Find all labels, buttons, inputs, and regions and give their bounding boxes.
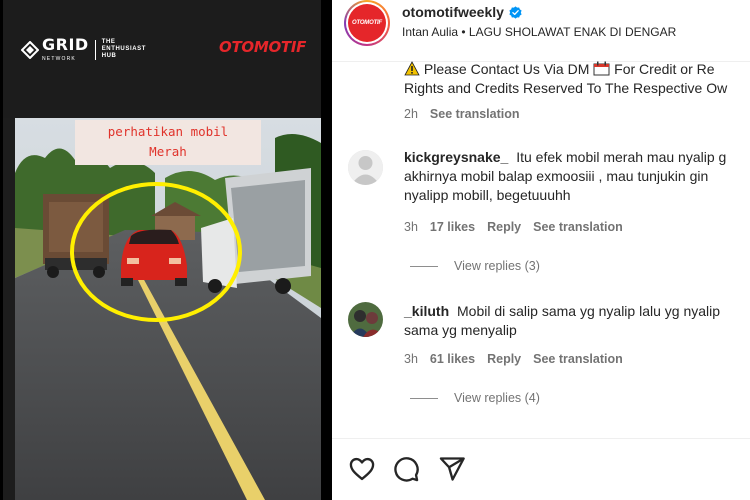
comment-username[interactable]: kickgreysnake_ [404, 149, 508, 165]
author-avatar[interactable]: OTOMOTIF [344, 0, 390, 46]
author-username[interactable]: otomotifweekly [402, 4, 522, 20]
calendar-icon [593, 61, 610, 76]
view-replies-button[interactable]: View replies (4) [410, 391, 540, 405]
comment-see-translation[interactable]: See translation [533, 352, 623, 366]
comment-line-2: sama yg menyalip [404, 322, 517, 338]
comment-text: kickgreysnake_ Itu efek mobil merah mau … [404, 148, 750, 205]
grid-tagline-2: ENTHUSIAST [101, 46, 147, 52]
post-caption-text-1: Please Contact Us Via DM [423, 61, 590, 77]
comment-time: 3h [404, 352, 418, 366]
post-caption-meta: 2h See translation [404, 107, 520, 121]
comment-likes[interactable]: 17 likes [430, 220, 475, 234]
view-replies-label[interactable]: View replies (3) [454, 259, 540, 273]
view-replies-line [410, 265, 438, 267]
video-caption-line-2: Merah [133, 142, 203, 162]
comment-meta: 3h 61 likes Reply See translation [404, 352, 623, 366]
grid-network-logo: GRID NETWORK THE ENTHUSIAST HUB [21, 37, 146, 62]
otomotif-logo: OTOMOTIF [219, 38, 307, 56]
comment-icon[interactable] [392, 455, 420, 483]
view-replies-label[interactable]: View replies (4) [454, 391, 540, 405]
post-caption-text-1b: For Credit or Re [614, 61, 715, 77]
comment-line-1: _kiluth Mobil di salip sama yg nyalip la… [404, 302, 750, 321]
grid-tagline: THE ENTHUSIAST HUB [102, 39, 146, 60]
post-action-bar [332, 438, 750, 500]
comment-line-3: nyalipp mobill, begetuuuhh [404, 187, 571, 203]
heart-icon[interactable] [348, 455, 376, 483]
comment-username[interactable]: _kiluth [404, 303, 449, 319]
video-caption-line-1: perhatikan mobil [107, 124, 229, 139]
comment-see-translation[interactable]: See translation [533, 220, 623, 234]
comment-avatar-photo[interactable] [348, 302, 383, 337]
grid-tagline-3: HUB [101, 53, 117, 59]
author-avatar-inner: OTOMOTIF [346, 2, 388, 44]
post-caption-line-1: Please Contact Us Via DM For Credit or R… [404, 60, 750, 79]
comment-meta: 3h 17 likes Reply See translation [404, 220, 623, 234]
post-time: 2h [404, 107, 418, 121]
post-panel: OTOMOTIF otomotifweekly Intan Aulia • LA… [332, 0, 750, 500]
post-audio-subtitle[interactable]: Intan Aulia • LAGU SHOLAWAT ENAK DI DENG… [402, 25, 676, 39]
post-see-translation[interactable]: See translation [430, 107, 520, 121]
share-icon[interactable] [438, 455, 466, 483]
profile-photo-icon [348, 302, 383, 337]
post-caption-line-2: Rights and Credits Reserved To The Respe… [404, 80, 728, 96]
author-username-text[interactable]: otomotifweekly [402, 4, 504, 20]
warning-icon [404, 61, 420, 76]
road-scene-image [15, 118, 321, 500]
comment-time: 3h [404, 220, 418, 234]
comment-likes[interactable]: 61 likes [430, 352, 475, 366]
video-panel[interactable]: GRID NETWORK THE ENTHUSIAST HUB OTOMOTIF [0, 0, 332, 500]
road-scene [15, 118, 321, 500]
grid-logo-sub: NETWORK [42, 56, 76, 62]
video-caption: perhatikan mobil Merah [75, 120, 261, 165]
comment-line-2: akhirnya mobil balap exmoosiii , mau tun… [404, 168, 709, 184]
view-replies-line [410, 397, 438, 399]
author-avatar-logo: OTOMOTIF [348, 4, 386, 42]
comment-reply-button[interactable]: Reply [487, 352, 521, 366]
grid-logo-divider [94, 39, 96, 60]
grid-logo-icon [21, 40, 39, 59]
comment-line-1: kickgreysnake_ Itu efek mobil merah mau … [404, 148, 750, 167]
brand-bar: GRID NETWORK THE ENTHUSIAST HUB OTOMOTIF [3, 0, 321, 118]
view-replies-button[interactable]: View replies (3) [410, 259, 540, 273]
grid-tagline-1: THE [101, 39, 116, 45]
comment-text: _kiluth Mobil di salip sama yg nyalip la… [404, 302, 750, 340]
grid-logo-word: GRID [42, 35, 89, 54]
default-avatar-icon [348, 150, 383, 185]
comment-text-1: Mobil di salip sama yg nyalip lalu yg ny… [457, 303, 721, 319]
video-frame[interactable]: GRID NETWORK THE ENTHUSIAST HUB OTOMOTIF [3, 0, 321, 500]
post-header: OTOMOTIF otomotifweekly Intan Aulia • LA… [332, 0, 750, 62]
post-caption: Please Contact Us Via DM For Credit or R… [404, 60, 750, 98]
comment-reply-button[interactable]: Reply [487, 220, 521, 234]
comment-text-1: Itu efek mobil merah mau nyalip g [516, 149, 727, 165]
verified-badge-icon [509, 5, 522, 19]
comment-avatar-default[interactable] [348, 150, 383, 185]
